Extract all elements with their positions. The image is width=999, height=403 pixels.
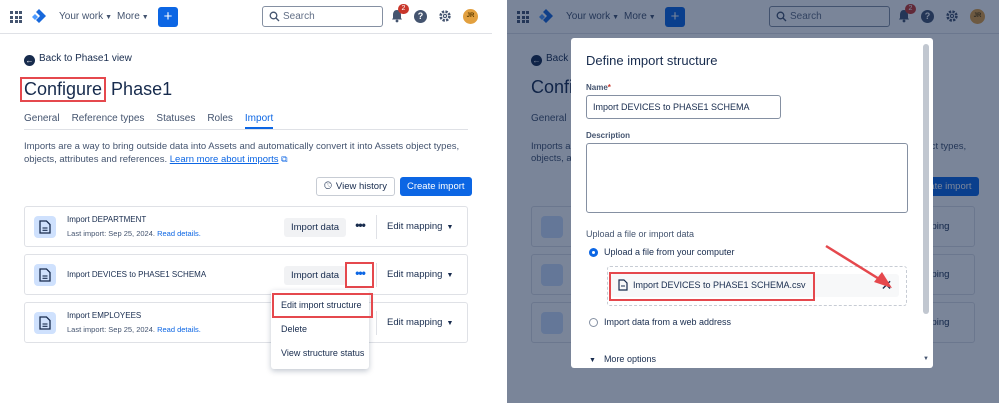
define-import-structure-view: Your work▼ More▼ + Search 2 ? JR ←Back t…	[507, 0, 999, 403]
config-tabs: General Reference types Statuses Roles I…	[24, 113, 274, 129]
edit-mapping-label: Edit mapping	[387, 317, 443, 328]
page-title-project: Phase1	[106, 79, 173, 99]
chevron-down-icon: ▼	[105, 14, 113, 21]
document-icon	[34, 264, 56, 286]
scroll-down-icon[interactable]: ▼	[923, 356, 929, 362]
panel-gap	[492, 0, 507, 403]
menu-item-view-structure-status[interactable]: View structure status	[281, 348, 364, 358]
chevron-down-icon: ▼	[446, 272, 454, 279]
edit-mapping-button[interactable]: Edit mapping ▼	[387, 269, 453, 280]
menu-item-delete[interactable]: Delete	[281, 324, 307, 334]
tab-divider	[24, 129, 468, 130]
import-name: Import DEPARTMENT	[67, 215, 147, 224]
card-divider	[376, 311, 377, 335]
name-input[interactable]: Import DEVICES to PHASE1 SCHEMA	[586, 95, 781, 119]
name-label-text: Name	[586, 83, 608, 92]
jira-logo-icon[interactable]	[31, 8, 47, 26]
learn-more-link[interactable]: Learn more about imports	[170, 154, 279, 165]
nav-more-label: More	[117, 11, 140, 22]
tab-import[interactable]: Import	[244, 113, 274, 129]
card-divider	[376, 215, 377, 239]
import-data-button[interactable]: Import data	[284, 266, 347, 285]
back-link[interactable]: ← Back to Phase1 view	[24, 53, 132, 66]
help-icon[interactable]: ?	[414, 10, 427, 23]
more-actions-button[interactable]: •••	[349, 218, 371, 237]
app-switcher-icon[interactable]	[10, 11, 22, 23]
import-data-button[interactable]: Import data	[284, 218, 347, 237]
search-icon	[269, 11, 280, 22]
last-import-text: Last import: Sep 25, 2024.	[67, 325, 155, 334]
back-link-label: Back to Phase1 view	[39, 53, 132, 64]
create-plus-button[interactable]: +	[158, 7, 178, 27]
page-title: Configure Phase1	[20, 77, 173, 102]
document-icon	[34, 312, 56, 334]
description-textarea[interactable]	[586, 143, 908, 213]
import-name: Import DEVICES to PHASE1 SCHEMA	[67, 270, 207, 279]
notification-badge: 2	[398, 4, 409, 14]
history-icon: 🕓︎	[324, 181, 332, 192]
create-import-button[interactable]: Create import	[400, 177, 472, 196]
import-last-run: Last import: Sep 25, 2024. Read details.	[67, 229, 201, 238]
nav-your-work[interactable]: Your work▼	[59, 11, 112, 22]
view-history-button[interactable]: 🕓︎ View history	[316, 177, 395, 196]
card-divider	[376, 263, 377, 287]
arrow-left-icon: ←	[24, 55, 35, 66]
nav-your-work-label: Your work	[59, 11, 104, 22]
import-description: Imports are a way to bring outside data …	[24, 141, 464, 166]
search-input[interactable]: Search	[262, 6, 383, 27]
required-asterisk: *	[607, 83, 611, 92]
modal-scrollbar[interactable]	[923, 44, 929, 314]
tab-reference-types[interactable]: Reference types	[72, 113, 145, 129]
top-navigation: Your work▼ More▼ + Search 2 ? JR	[0, 0, 492, 34]
description-field-label: Description	[586, 131, 631, 140]
chevron-down-icon: ▼	[141, 14, 149, 21]
more-options-toggle[interactable]: ▼ More options	[589, 354, 656, 364]
define-import-structure-modal: Define import structure Name* Import DEV…	[571, 38, 933, 368]
tab-roles[interactable]: Roles	[207, 113, 233, 129]
highlight-uploaded-file	[609, 272, 815, 301]
highlight-more-button	[345, 262, 374, 288]
last-import-text: Last import: Sep 25, 2024.	[67, 229, 155, 238]
chevron-down-icon: ▼	[446, 224, 454, 231]
read-details-link[interactable]: Read details.	[157, 325, 201, 334]
external-link-icon: ⧉	[281, 154, 288, 164]
more-options-label: More options	[603, 354, 656, 364]
page-title-highlighted-word: Configure	[20, 77, 107, 102]
configure-page: Your work ▼ More ▼ + Search 2 ? JR ← Back t…	[0, 0, 492, 403]
search-placeholder: Search	[283, 11, 315, 22]
read-details-link[interactable]: Read details.	[157, 229, 201, 238]
import-last-run: Last import: Sep 25, 2024. Read details.	[67, 325, 201, 334]
radio-upload-file[interactable]	[589, 248, 598, 257]
tab-general[interactable]: General	[24, 113, 60, 129]
chevron-down-icon: ▼	[446, 320, 454, 327]
upload-heading: Upload a file or import data	[586, 229, 695, 239]
import-name: Import EMPLOYEES	[67, 311, 142, 320]
edit-mapping-button[interactable]: Edit mapping ▼	[387, 221, 453, 232]
edit-mapping-label: Edit mapping	[387, 221, 443, 232]
radio-web-address-label: Import data from a web address	[604, 317, 732, 327]
radio-upload-file-label: Upload a file from your computer	[604, 247, 735, 257]
highlight-edit-import-structure	[272, 293, 373, 318]
chevron-down-icon: ▼	[589, 357, 596, 364]
avatar[interactable]: JR	[463, 9, 478, 24]
import-card: Import DEPARTMENT Last import: Sep 25, 2…	[24, 206, 468, 247]
nav-more[interactable]: More▼	[117, 11, 149, 22]
view-history-label: View history	[335, 181, 387, 192]
annotation-arrow	[825, 244, 892, 288]
document-icon	[34, 216, 56, 238]
import-card: Import DEVICES to PHASE1 SCHEMA Import d…	[24, 254, 468, 295]
tab-statuses[interactable]: Statuses	[156, 113, 195, 129]
radio-web-address[interactable]	[589, 318, 598, 327]
gear-icon[interactable]	[438, 9, 452, 23]
edit-mapping-label: Edit mapping	[387, 269, 443, 280]
import-card: Import EMPLOYEES Last import: Sep 25, 20…	[24, 302, 468, 343]
edit-mapping-button[interactable]: Edit mapping ▼	[387, 317, 453, 328]
name-field-label: Name*	[586, 83, 611, 92]
modal-title: Define import structure	[586, 53, 718, 68]
